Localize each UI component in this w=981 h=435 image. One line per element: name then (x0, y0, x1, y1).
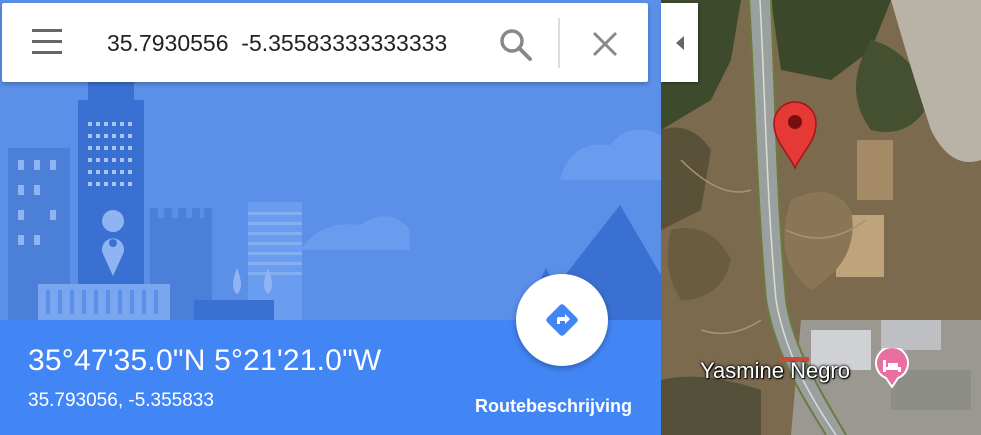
search-icon[interactable] (498, 27, 534, 63)
menu-icon-bar (32, 29, 62, 32)
menu-icon-bar (32, 51, 62, 54)
coordinates-dms: 35°47'35.0"N 5°21'21.0"W (28, 344, 382, 377)
search-input[interactable] (107, 23, 479, 63)
directions-icon (546, 304, 578, 336)
hotel-icon[interactable] (873, 348, 911, 388)
chevron-left-icon (675, 35, 684, 50)
search-box (2, 3, 648, 82)
directions-button[interactable] (516, 274, 608, 366)
search-divider (558, 18, 560, 68)
poi-label[interactable]: Yasmine Negro (700, 358, 850, 384)
map-pin-icon[interactable] (772, 100, 818, 170)
coordinates-decimal[interactable]: 35.793056, -5.355833 (28, 390, 214, 412)
menu-button[interactable] (30, 29, 66, 59)
menu-icon-bar (32, 40, 62, 43)
directions-label[interactable]: Routebeschrijving (475, 396, 632, 417)
collapse-panel-button[interactable] (661, 3, 698, 82)
close-icon[interactable] (588, 27, 622, 61)
